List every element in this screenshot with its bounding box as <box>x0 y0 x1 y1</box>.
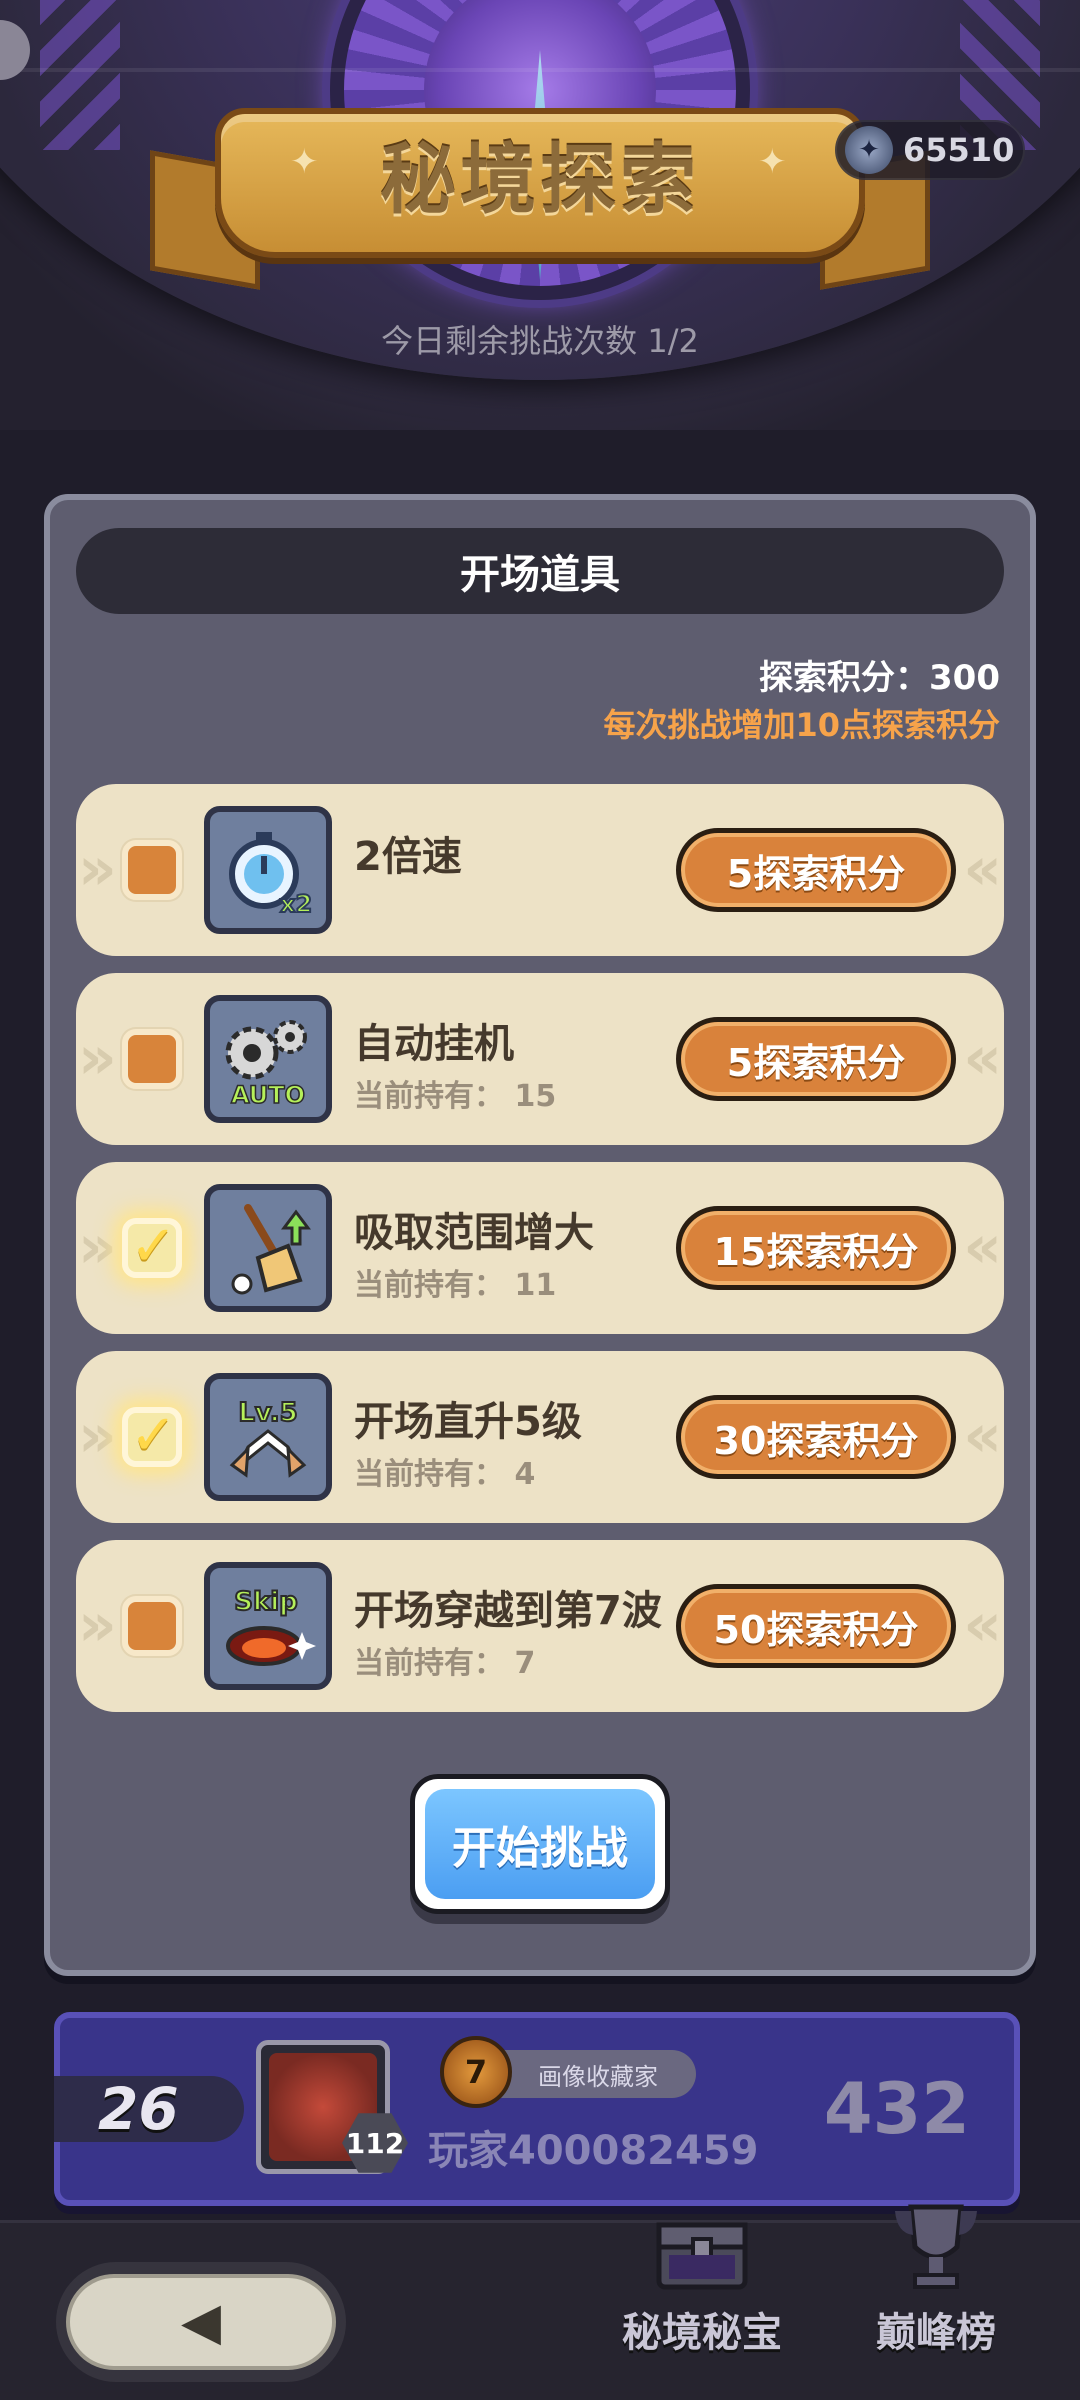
chevron-right-icon: « <box>963 834 1002 904</box>
currency-value: 65510 <box>903 131 1015 169</box>
item-row-skip[interactable]: » « Skip 开场穿越到第7波 当前持有： 7 50探索积分 <box>76 1540 1004 1712</box>
broom-icon <box>204 1184 332 1312</box>
chevron-left-icon: » <box>78 1401 117 1471</box>
item-name: 开场直升5级 <box>354 1399 582 1445</box>
svg-text:x2: x2 <box>280 890 312 918</box>
back-arrow-icon: ◀ <box>66 2274 336 2370</box>
nav-treasure[interactable]: 秘境秘宝 <box>592 2190 812 2390</box>
currency-display[interactable]: ✦ 65510 <box>835 120 1025 180</box>
speed-x2-icon: x2 <box>204 806 332 934</box>
auto-gears-icon: AUTO <box>204 995 332 1123</box>
player-rank: 26 <box>54 2075 244 2143</box>
start-challenge-button[interactable]: 开始挑战 <box>410 1774 670 1914</box>
treasure-chest-icon <box>642 2190 762 2300</box>
item-row-range[interactable]: » « ✓ 吸取范围增大 当前持有： 11 15探索积分 <box>76 1162 1004 1334</box>
chevron-right-icon: « <box>963 1401 1002 1471</box>
item-checkbox-checked[interactable]: ✓ <box>122 1214 182 1279</box>
svg-text:AUTO: AUTO <box>231 1081 305 1109</box>
chevron-left-icon: » <box>78 1212 117 1282</box>
item-name: 开场穿越到第7波 <box>354 1588 662 1634</box>
item-held-count: 当前持有： 4 <box>354 1457 536 1492</box>
back-button[interactable]: ◀ <box>56 2262 346 2382</box>
start-challenge-label: 开始挑战 <box>425 1789 655 1899</box>
title-medal-icon: 7 <box>440 2036 512 2108</box>
cost-button[interactable]: 5探索积分 <box>676 1017 956 1101</box>
item-row-levelup[interactable]: » « ✓ Lv.5 开场直升5级 当前持有： 4 30探索积分 <box>76 1351 1004 1523</box>
chevron-right-icon: « <box>963 1590 1002 1660</box>
player-score: 432 <box>823 2068 970 2150</box>
points-note: 每次挑战增加10点探索积分 <box>603 706 1000 744</box>
check-icon: ✓ <box>130 1403 177 1468</box>
item-name: 吸取范围增大 <box>354 1210 594 1256</box>
item-row-auto[interactable]: » « AUTO 自动挂机 当前持有： 15 5探索积分 <box>76 973 1004 1145</box>
item-checkbox[interactable] <box>122 840 182 900</box>
item-held-count: 当前持有： 7 <box>354 1646 536 1681</box>
cost-button[interactable]: 5探索积分 <box>676 828 956 912</box>
item-held-count: 当前持有： 15 <box>354 1079 557 1114</box>
chevron-left-icon: » <box>78 1023 117 1093</box>
item-checkbox-checked[interactable]: ✓ <box>122 1403 182 1468</box>
nav-treasure-label: 秘境秘宝 <box>622 2310 782 2356</box>
item-checkbox[interactable] <box>122 1029 182 1089</box>
trophy-icon <box>876 2190 996 2300</box>
chevron-right-icon: « <box>963 1023 1002 1093</box>
item-name: 自动挂机 <box>354 1021 514 1067</box>
chevron-left-icon: » <box>78 834 117 904</box>
item-row-speed[interactable]: » « x2 2倍速 5探索积分 <box>76 784 1004 956</box>
lv5-icon: Lv.5 <box>204 1373 332 1501</box>
cost-button[interactable]: 30探索积分 <box>676 1395 956 1479</box>
sparkle-icon: ✦ <box>290 142 319 182</box>
svg-text:Skip: Skip <box>234 1587 298 1617</box>
svg-text:Lv.5: Lv.5 <box>238 1398 297 1428</box>
item-name: 2倍速 <box>354 834 462 880</box>
nav-leaderboard[interactable]: 巅峰榜 <box>826 2190 1046 2390</box>
chevron-right-icon: « <box>963 1212 1002 1282</box>
exploration-points: 探索积分：300 <box>759 658 1000 698</box>
chevron-left-icon: » <box>78 1590 117 1660</box>
check-icon: ✓ <box>130 1214 177 1279</box>
item-checkbox[interactable] <box>122 1596 182 1656</box>
nav-leaderboard-label: 巅峰榜 <box>876 2310 996 2356</box>
wing-decoration-left <box>40 0 120 150</box>
cost-button[interactable]: 15探索积分 <box>676 1206 956 1290</box>
gem-icon: ✦ <box>845 126 893 174</box>
cost-button[interactable]: 50探索积分 <box>676 1584 956 1668</box>
sparkle-icon: ✦ <box>758 142 787 182</box>
panel-title: 开场道具 <box>76 528 1004 614</box>
item-held-count: 当前持有： 11 <box>354 1268 557 1303</box>
remaining-challenges: 今日剩余挑战次数 1/2 <box>381 322 699 360</box>
skip-icon: Skip <box>204 1562 332 1690</box>
player-name: 玩家400082459 <box>428 2128 759 2174</box>
